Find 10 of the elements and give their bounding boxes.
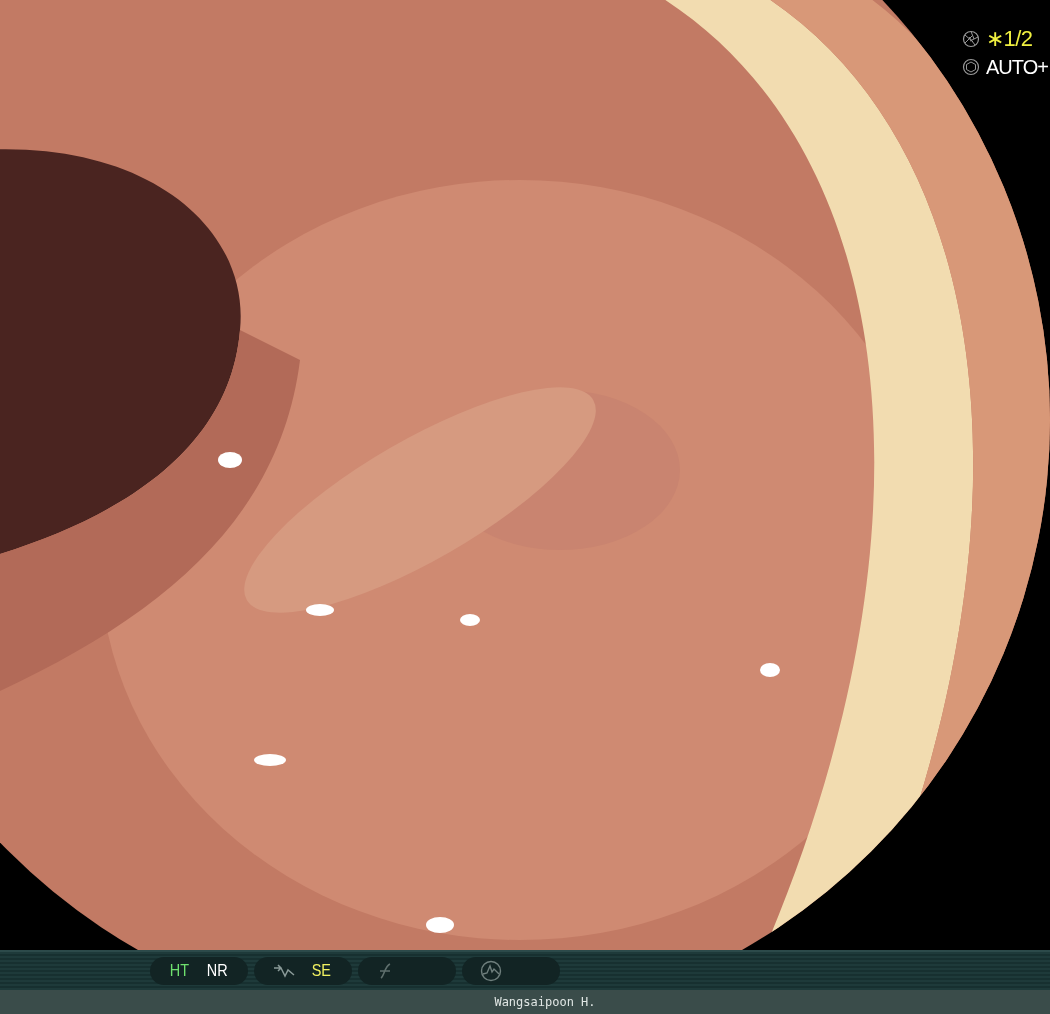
iris-icon	[962, 58, 980, 76]
mode-label: SE	[311, 961, 331, 981]
shutter-speed: ∗1/2	[986, 26, 1033, 52]
operator-name: Wangsaipoon H.	[494, 995, 596, 1009]
wave-icon	[480, 960, 502, 982]
aperture-icon	[962, 30, 980, 48]
iris-mode: AUTO+	[986, 55, 1048, 79]
mode-label: NR	[206, 961, 228, 981]
curve-icon	[272, 963, 296, 979]
mode-label: HT	[169, 961, 189, 981]
